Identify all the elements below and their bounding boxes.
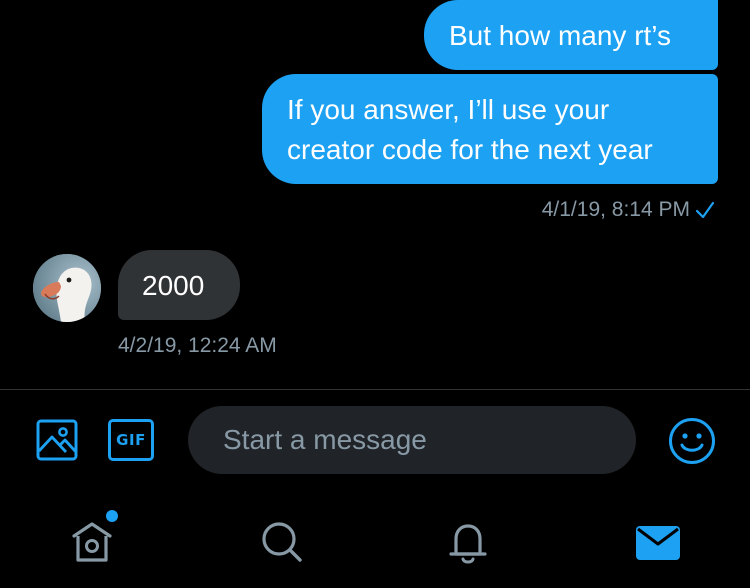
outgoing-message-bubble[interactable]: But how many rt’s bbox=[424, 0, 718, 70]
gif-button[interactable]: GIF bbox=[108, 419, 154, 461]
bell-icon bbox=[449, 524, 487, 564]
avatar[interactable] bbox=[33, 254, 101, 322]
search-icon bbox=[262, 522, 302, 562]
check-icon bbox=[695, 201, 715, 219]
composer-divider bbox=[0, 389, 750, 390]
gif-label: GIF bbox=[116, 431, 146, 449]
message-text: If you answer, I’ll use your creator cod… bbox=[287, 94, 653, 165]
image-icon[interactable] bbox=[36, 419, 78, 461]
envelope-icon bbox=[636, 526, 680, 560]
message-text: 2000 bbox=[142, 270, 205, 301]
home-icon bbox=[72, 522, 112, 562]
tab-search[interactable] bbox=[254, 514, 310, 570]
goose-avatar-image bbox=[33, 254, 101, 322]
incoming-timestamp: 4/2/19, 12:24 AM bbox=[118, 334, 277, 357]
notification-dot bbox=[106, 510, 118, 522]
message-input[interactable] bbox=[188, 406, 636, 474]
outgoing-message-bubble[interactable]: If you answer, I’ll use your creator cod… bbox=[262, 74, 718, 184]
tab-notifications[interactable] bbox=[440, 514, 496, 570]
smiley-icon[interactable] bbox=[668, 417, 716, 465]
tab-messages[interactable] bbox=[630, 514, 686, 570]
tab-home[interactable] bbox=[64, 514, 120, 570]
outgoing-timestamp: 4/1/19, 8:14 PM bbox=[541, 198, 690, 221]
message-text: But how many rt’s bbox=[449, 20, 672, 51]
incoming-message-bubble[interactable]: 2000 bbox=[118, 250, 240, 320]
